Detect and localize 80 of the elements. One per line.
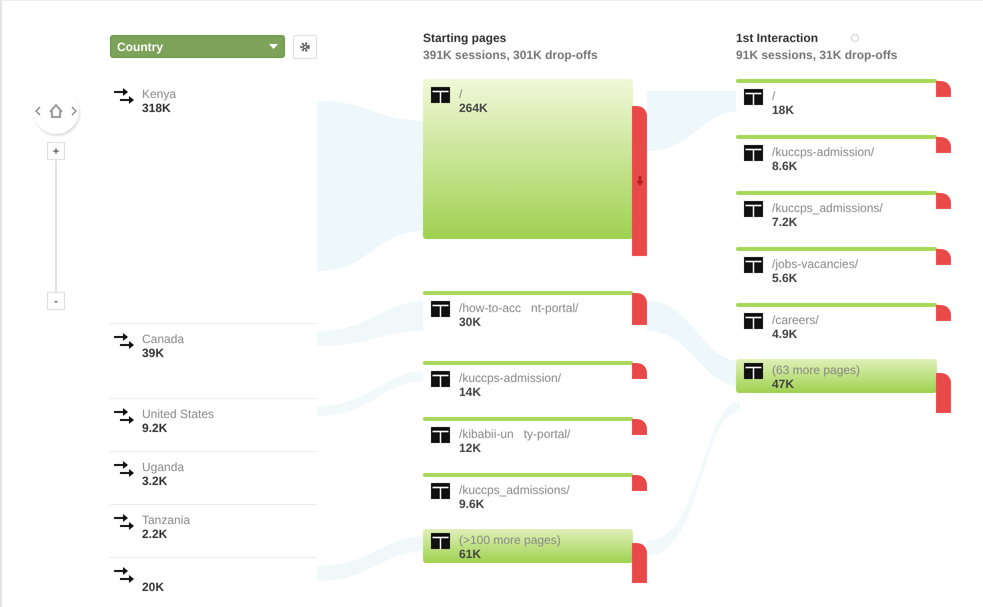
drop-off-bar [936, 81, 951, 97]
session-count: 3.2K [142, 474, 168, 488]
country-name: Kenya [142, 87, 176, 101]
session-count: 2.2K [142, 527, 168, 541]
column-title: Starting pages [423, 31, 506, 45]
page-path: /kuccps-admission/ [459, 371, 562, 385]
page-icon [744, 313, 763, 329]
arrows-icon [114, 407, 136, 427]
page-node[interactable]: /how-to-acc nt-portal/ 30K [423, 291, 633, 333]
arrows-icon [114, 513, 136, 533]
page-icon [744, 89, 763, 105]
page-path: / [459, 87, 464, 101]
drop-off-bar [936, 137, 951, 153]
page-icon [431, 533, 450, 549]
page-path: (63 more pages) [772, 363, 860, 377]
session-count: 318K [142, 101, 172, 115]
page-icon [431, 301, 450, 317]
page-path: /kibabii-un ty-portal/ [459, 427, 570, 441]
settings-button[interactable] [293, 35, 317, 59]
session-count: 5.6K [772, 271, 798, 285]
session-count: 20K [142, 580, 164, 594]
page-node[interactable]: / 264K [423, 79, 633, 239]
zoom-out-button[interactable]: - [47, 292, 65, 310]
arrows-icon [114, 460, 136, 480]
page-path: /kuccps-admission/ [772, 145, 874, 159]
home-pan-icon [34, 101, 78, 121]
session-count: 264K [459, 101, 488, 115]
arrows-icon [114, 87, 136, 107]
country-name: Uganda [142, 460, 184, 474]
session-count: 30K [459, 315, 482, 329]
page-icon [431, 427, 450, 443]
country-name: United States [142, 407, 214, 421]
session-count: 7.2K [772, 215, 798, 229]
session-count: 9.2K [142, 421, 168, 435]
page-path: /careers/ [772, 313, 819, 327]
page-path: /kuccps_admissions/ [459, 483, 570, 497]
settings-icon [299, 41, 312, 53]
zoom-in-button[interactable]: + [47, 142, 65, 160]
session-count: 14K [459, 385, 482, 399]
page-node[interactable]: (63 more pages) 47K [736, 359, 937, 393]
page-icon [744, 257, 763, 273]
page-path: (>100 more pages) [459, 533, 561, 547]
session-count: 9.6K [459, 497, 486, 511]
session-count: 8.6K [772, 159, 798, 173]
session-count: 12K [459, 441, 482, 455]
drop-off-bar [936, 305, 951, 321]
drop-off-bar [632, 475, 647, 491]
session-count: 39K [142, 346, 166, 360]
session-count: 4.9K [772, 327, 798, 341]
column-summary: 91K sessions, 31K drop-offs [736, 48, 898, 62]
page-icon [431, 483, 450, 499]
session-count: 47K [772, 377, 796, 391]
arrows-icon [114, 566, 136, 586]
drop-off-bar [936, 249, 951, 265]
country-name: Tanzania [142, 513, 190, 527]
country-name: Canada [142, 332, 184, 346]
drop-off-bar [936, 193, 951, 209]
loading-icon [850, 33, 860, 43]
caret-icon [269, 44, 278, 49]
column-title: 1st Interaction [736, 31, 818, 45]
arrows-icon [114, 332, 136, 352]
drop-off-bar [632, 543, 647, 583]
down-arrow-icon [636, 176, 644, 186]
page-icon [744, 363, 763, 379]
drop-off-bar [632, 293, 647, 325]
page-path: /how-to-acc nt-portal/ [459, 301, 578, 315]
column-summary: 391K sessions, 301K drop-offs [423, 48, 599, 62]
page-node[interactable]: (>100 more pages) 61K [423, 529, 633, 563]
drop-off-bar [632, 419, 647, 435]
page-icon [431, 371, 450, 387]
page-path: /jobs-vacancies/ [772, 257, 858, 271]
drop-off-bar [632, 363, 647, 379]
session-count: 61K [459, 547, 482, 561]
page-icon [744, 145, 763, 161]
page-path: /kuccps_admissions/ [772, 201, 883, 215]
session-count: 18K [772, 103, 794, 117]
page-icon [744, 201, 763, 217]
page-icon [431, 87, 450, 103]
page-path: / [772, 89, 776, 103]
drop-off-bar [936, 373, 951, 413]
